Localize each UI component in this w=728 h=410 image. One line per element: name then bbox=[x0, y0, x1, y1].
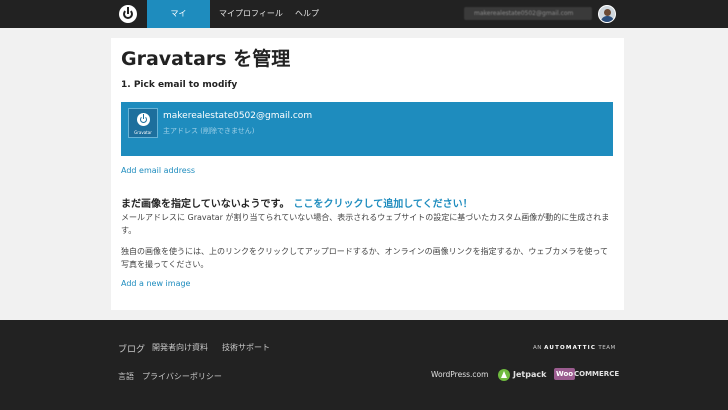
top-bar: マイ Gravatar マイプロフィール ヘルプ makerealestate0… bbox=[0, 0, 728, 46]
add-image-link[interactable]: Add a new image bbox=[121, 279, 190, 288]
footer-link-privacy[interactable]: プライバシーポリシー bbox=[142, 371, 222, 382]
no-image-text: まだ画像を指定していないようです。 bbox=[121, 199, 290, 210]
pick-email-heading: 1. Pick email to modify bbox=[121, 80, 238, 90]
info-paragraph-1: メールアドレスに Gravatar が割り当てられていない場合、表示されるウェブ… bbox=[121, 213, 610, 235]
footer-link-blog[interactable]: ブログ bbox=[118, 342, 145, 355]
woocommerce-link[interactable]: COMMERCE bbox=[574, 370, 619, 378]
footer-link-developers[interactable]: 開発者向け資料 bbox=[152, 342, 208, 353]
automattic-prefix: AN bbox=[533, 345, 542, 351]
jetpack-link[interactable]: Jetpack bbox=[513, 370, 546, 379]
jetpack-icon bbox=[498, 369, 510, 381]
email-avatar: Gravatar bbox=[128, 108, 158, 138]
account-email[interactable]: makerealestate0502@gmail.com bbox=[464, 7, 592, 20]
footer: ブログ 開発者向け資料 技術サポート 言語 プライバシーポリシー AN AUTO… bbox=[0, 320, 728, 410]
wordpress-com-link[interactable]: WordPress.com bbox=[431, 370, 488, 379]
nav-my-profile[interactable]: マイプロフィール bbox=[211, 0, 291, 28]
gravatar-logo-icon[interactable] bbox=[119, 5, 137, 23]
gravatar-logo-icon bbox=[137, 113, 150, 126]
automattic-team-link[interactable]: AN AUTOMATTIC TEAM bbox=[533, 345, 616, 351]
woo-badge[interactable]: Woo bbox=[554, 368, 576, 380]
add-image-prompt-link[interactable]: ここをクリックして追加してください！ bbox=[294, 199, 473, 210]
footer-link-support[interactable]: 技術サポート bbox=[222, 342, 270, 353]
manage-gravatars-card: Gravatars を管理 1. Pick email to modify Gr… bbox=[111, 38, 624, 310]
primary-address-note: 主アドレス (削除できません) bbox=[163, 127, 255, 135]
page-title: Gravatars を管理 bbox=[121, 48, 291, 70]
add-email-link[interactable]: Add email address bbox=[121, 166, 195, 175]
info-paragraph-2: 独自の画像を使うには、上のリンクをクリックしてアップロードするか、オンラインの画… bbox=[121, 247, 609, 269]
user-avatar[interactable] bbox=[598, 5, 616, 23]
no-image-heading: まだ画像を指定していないようです。 ここをクリックして追加してください！ bbox=[121, 195, 473, 210]
nav-my-gravatar[interactable]: マイ Gravatar bbox=[147, 0, 210, 46]
automattic-name: AUTOMATTIC bbox=[544, 345, 597, 351]
footer-link-language[interactable]: 言語 bbox=[118, 371, 134, 382]
automattic-suffix: TEAM bbox=[598, 345, 616, 351]
email-address: makerealestate0502@gmail.com bbox=[163, 111, 313, 121]
selected-email-row[interactable]: Gravatar makerealestate0502@gmail.com 主ア… bbox=[121, 102, 613, 156]
avatar-caption: Gravatar bbox=[134, 130, 152, 135]
nav-help[interactable]: ヘルプ bbox=[287, 0, 327, 28]
